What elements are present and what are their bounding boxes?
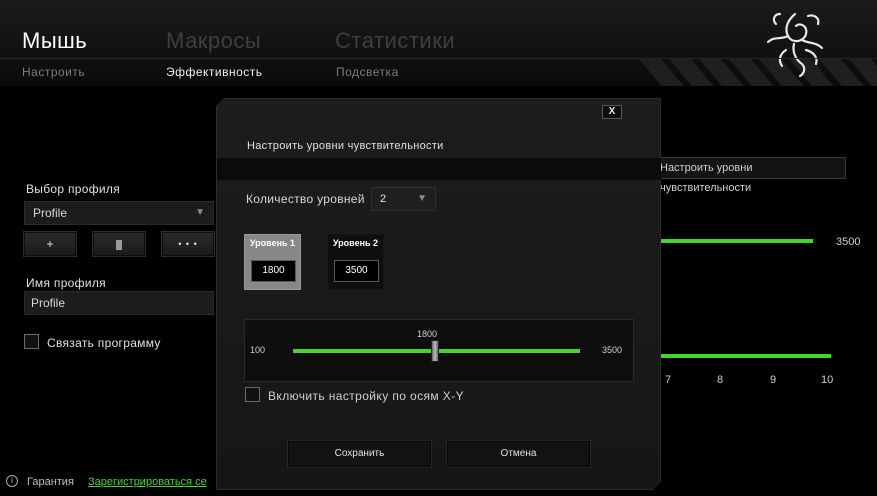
close-button[interactable]: X (602, 105, 622, 119)
save-button[interactable]: Сохранить (287, 440, 432, 468)
tab-macros[interactable]: Макросы (166, 28, 261, 54)
background-tooltip: Настроить уровни чувствительности (654, 157, 846, 194)
cancel-button[interactable]: Отмена (446, 440, 591, 468)
modal-title: Настроить уровни чувствительности (247, 140, 444, 152)
levels-count-select[interactable]: 2 ▼ (371, 187, 436, 211)
level-card-1[interactable]: Уровень 1 1800 (244, 234, 301, 290)
tab-mouse[interactable]: Мышь (22, 28, 87, 54)
subtab-customize[interactable]: Настроить (22, 65, 85, 79)
background-tick: 8 (717, 374, 724, 386)
xy-axis-label: Включить настройку по осям X-Y (268, 389, 464, 403)
background-tick: 9 (770, 374, 777, 386)
app-header: Мышь Макросы Статистики Настроить Эффект… (0, 0, 877, 86)
level-value-input[interactable]: 1800 (251, 260, 296, 282)
trash-icon (116, 240, 122, 250)
info-icon: i (6, 475, 18, 487)
delete-profile-button[interactable] (93, 232, 145, 256)
xy-axis-checkbox[interactable] (245, 387, 260, 402)
background-level-value: 3500 (836, 236, 861, 248)
level-title: Уровень 1 (249, 238, 296, 248)
more-options-button[interactable]: • • • (162, 232, 214, 256)
background-axis-bar (659, 354, 831, 358)
register-link[interactable]: Зарегистрироваться се (88, 476, 207, 488)
slider-max-label: 3500 (602, 345, 623, 355)
add-profile-button[interactable]: + (24, 232, 76, 256)
slider-current-value: 1800 (417, 329, 438, 339)
sensitivity-slider-box: 1800 100 3500 (244, 319, 634, 382)
profile-name-label: Имя профиля (26, 276, 106, 290)
profile-name-field[interactable]: Profile (24, 291, 214, 315)
tab-statistics[interactable]: Статистики (335, 28, 455, 54)
background-tick: 10 (821, 374, 834, 386)
link-program-checkbox[interactable] (24, 334, 39, 349)
warranty-label: Гарантия (27, 476, 74, 488)
level-title: Уровень 2 (332, 238, 379, 248)
levels-count-label: Количество уровней (246, 192, 365, 206)
slider-thumb[interactable] (431, 340, 439, 362)
level-card-2[interactable]: Уровень 2 3500 (327, 234, 384, 290)
level-value-input[interactable]: 3500 (334, 260, 379, 282)
profile-select[interactable]: Profile ▼ (24, 201, 214, 225)
subtab-performance[interactable]: Эффективность (166, 65, 263, 79)
modal-divider-bar (217, 158, 662, 180)
sensitivity-modal: X Настроить уровни чувствительности Коли… (216, 98, 661, 490)
profile-select-label: Выбор профиля (26, 182, 121, 196)
chevron-down-icon: ▼ (195, 207, 205, 218)
profile-select-value: Profile (33, 206, 68, 220)
levels-count-value: 2 (380, 193, 387, 205)
link-program-label: Связать программу (47, 336, 161, 350)
razer-logo-icon (766, 12, 824, 78)
slider-min-label: 100 (250, 345, 266, 355)
subtab-lighting[interactable]: Подсветка (336, 65, 399, 79)
background-tick: 7 (665, 374, 672, 386)
background-level-bar (659, 239, 813, 243)
chevron-down-icon: ▼ (417, 193, 427, 204)
